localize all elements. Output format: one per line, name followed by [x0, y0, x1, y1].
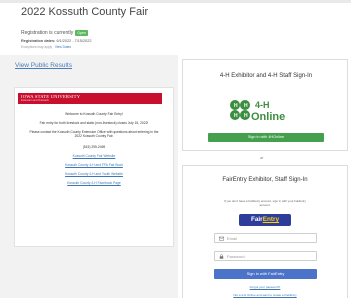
fairentry-description: If you don't have a FairEntry account, s… — [224, 199, 306, 207]
phone-text: (515) 295-2469 — [82, 145, 106, 149]
or-divider: or — [260, 155, 264, 160]
email-input[interactable] — [227, 234, 315, 242]
password-input[interactable] — [227, 252, 315, 260]
fairentry-logo-entry: Entry — [262, 216, 280, 223]
exceptions-line: Exceptions may apply View Dates — [21, 45, 71, 49]
page-header: 2022 Kossuth County Fair Registration is… — [14, 4, 344, 52]
logo-text-top: 4-H — [255, 100, 270, 110]
forgot-password-link[interactable]: Forgot your password? — [182, 285, 348, 289]
registration-dates-value: 6/1/2022 - 7/15/2022 — [56, 39, 92, 43]
left-column: View Public Results IOWA STATE UNIVERSIT… — [0, 55, 178, 298]
create-account-link[interactable]: Not a 4-H Online and want to create a Fa… — [182, 293, 348, 297]
lock-icon — [219, 254, 224, 259]
svg-text:H: H — [244, 103, 248, 109]
view-public-results-link[interactable]: View Public Results — [15, 62, 72, 69]
signin-fairentry-button[interactable]: Sign in with FairEntry — [214, 269, 317, 279]
4h-signin-card: 4-H Exhibitor and 4-H Staff Sign-In H H … — [182, 59, 348, 151]
facebook-page-link[interactable]: Kossuth County 4-H Facebook Page — [15, 181, 173, 185]
fairentry-logo: FairEntry — [239, 214, 291, 226]
fair-book-link[interactable]: Kossuth County 4-H and FFA Fair Book — [15, 163, 173, 167]
status-badge: Open — [75, 30, 89, 36]
fairentry-signin-title: FairEntry Exhibitor, Staff Sign-In — [222, 177, 308, 183]
clover-icon: H H H H — [230, 100, 250, 120]
right-column: 4-H Exhibitor and 4-H Staff Sign-In H H … — [182, 55, 351, 298]
fair-info-card: IOWA STATE UNIVERSITY Extension and Outr… — [14, 87, 174, 247]
youth-website-link[interactable]: Kossuth County 4-H and Youth Website — [15, 172, 173, 176]
welcome-text: Welcome to Kossuth County Fair Entry! — [65, 112, 123, 116]
logo-text-bottom: Online — [251, 111, 285, 123]
envelope-icon — [219, 236, 224, 241]
deadline-text: Fair entry for both livestock and static… — [39, 121, 149, 125]
exceptions-text: Exceptions may apply — [21, 45, 53, 49]
registration-dates: Registration dates: 6/1/2022 - 7/15/2022 — [21, 39, 92, 43]
registration-label: Registration is currently — [21, 30, 74, 36]
registration-dates-label: Registration dates: — [21, 39, 56, 43]
svg-text:H: H — [244, 113, 248, 119]
signin-4honline-button[interactable]: Sign in with 4HOnline — [208, 133, 324, 142]
isu-subtitle: Extension and Outreach — [21, 99, 49, 102]
fair-website-link[interactable]: Kossuth County Fair Website — [15, 154, 173, 158]
4h-online-logo: H H H H 4-H Online — [230, 100, 285, 123]
view-dates-link[interactable]: View Dates — [55, 45, 71, 49]
email-field[interactable] — [214, 233, 317, 243]
svg-text:H: H — [234, 113, 238, 119]
4h-signin-title: 4-H Exhibitor and 4-H Staff Sign-In — [219, 73, 313, 79]
password-field[interactable] — [214, 251, 317, 261]
registration-status-line: Registration is currently Open — [21, 30, 89, 36]
fairentry-logo-fair: Fair — [250, 216, 263, 223]
svg-text:H: H — [234, 103, 238, 109]
contact-text: Please contact the Kossuth County Extens… — [29, 130, 159, 139]
page-title: 2022 Kossuth County Fair — [21, 6, 149, 18]
top-accent-bar — [0, 0, 351, 3]
isu-logo-banner: IOWA STATE UNIVERSITY Extension and Outr… — [18, 93, 162, 104]
